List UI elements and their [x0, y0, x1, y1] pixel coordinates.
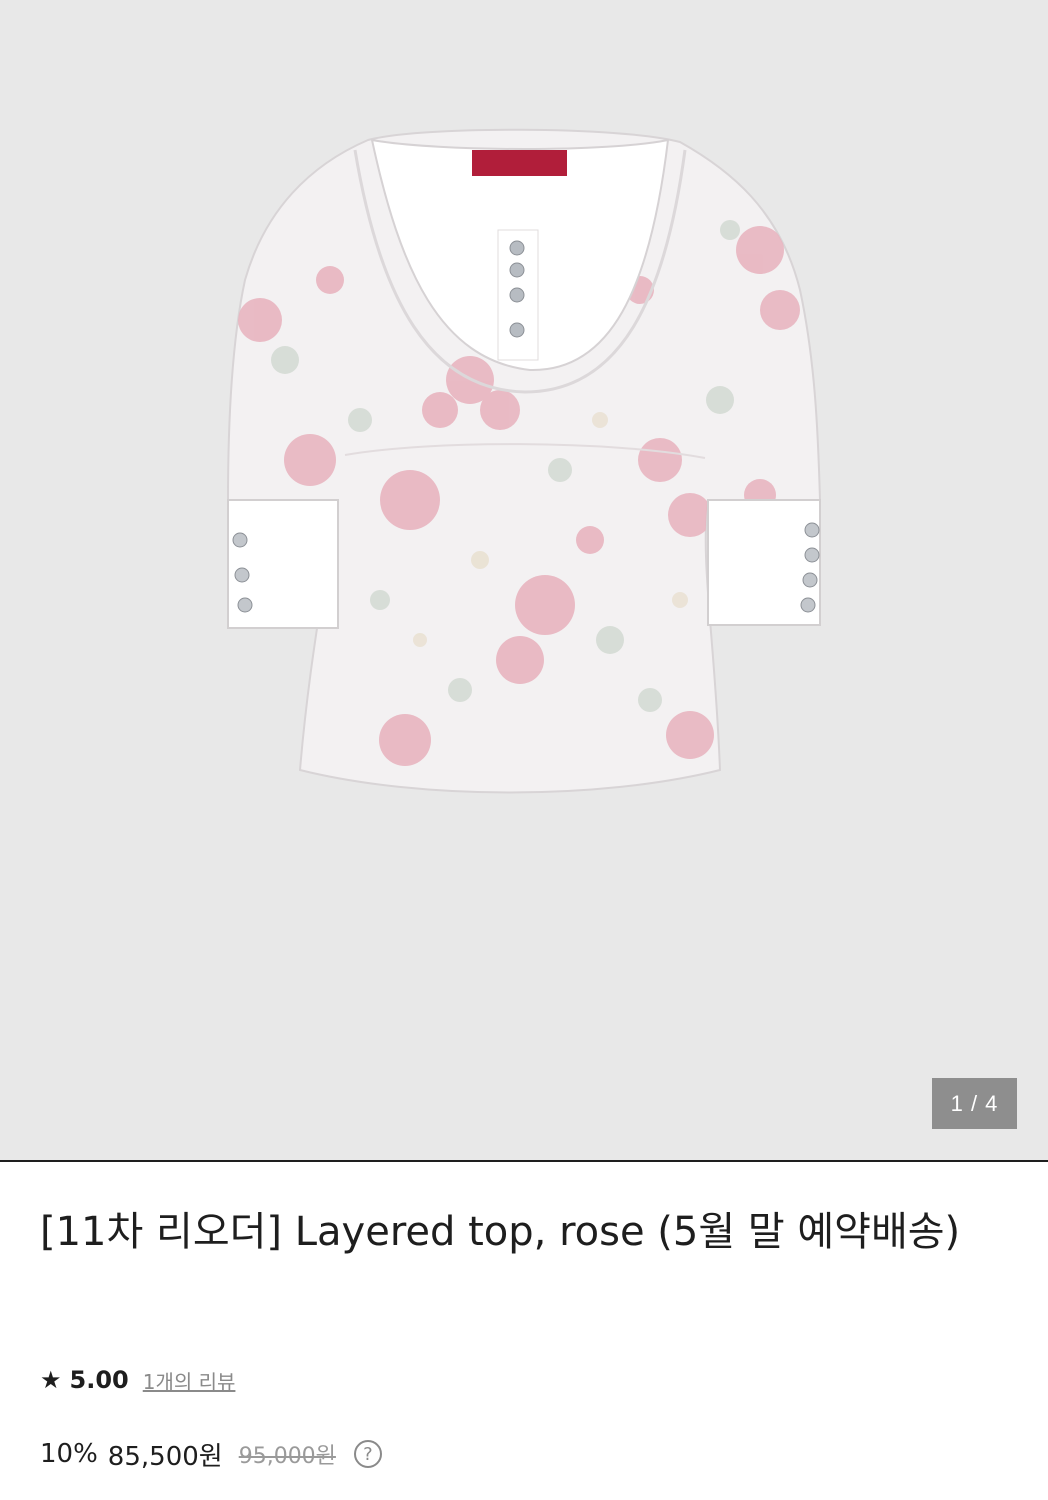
divider	[0, 1160, 1048, 1162]
product-title: [11차 리오더] Layered top, rose (5월 말 예약배송)	[40, 1209, 961, 1255]
rating-row: ★ 5.00 1개의 리뷰	[40, 1362, 235, 1398]
question-circle-icon[interactable]: ?	[353, 1440, 382, 1468]
product-image-gallery[interactable]: 1 / 4	[0, 0, 1048, 1160]
image-counter: 1 / 4	[932, 1078, 1017, 1129]
sale-price: 85,500원	[107, 1441, 223, 1472]
product-page: 1 / 4 [11차 리오더] Layered top, rose (5월 말 …	[0, 0, 1048, 1500]
product-image[interactable]	[0, 0, 1048, 1160]
original-price: 95,000원	[238, 1444, 336, 1469]
price-row: 10% 85,500원 95,000원 ?	[40, 1434, 382, 1474]
star-icon: ★	[40, 1366, 62, 1394]
discount-rate: 10%	[40, 1439, 98, 1469]
rating-score: 5.00	[69, 1366, 129, 1394]
reviews-link[interactable]: 1개의 리뷰	[143, 1366, 236, 1395]
